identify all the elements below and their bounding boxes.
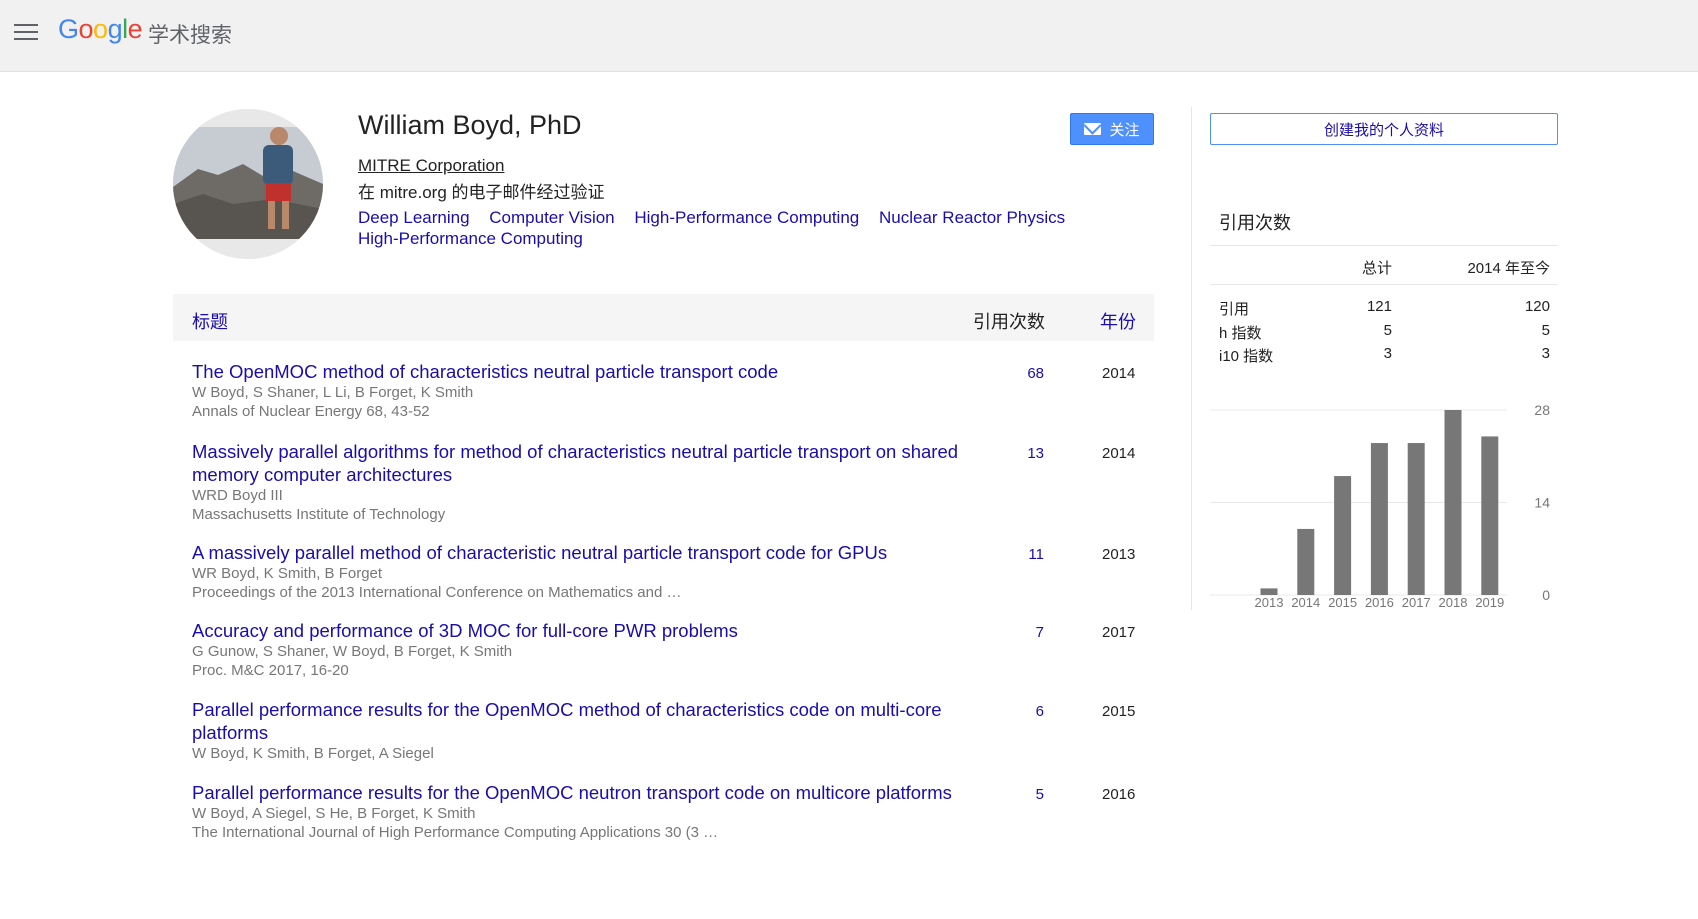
cited-by-header[interactable]: 引用次数 <box>973 308 1045 334</box>
publication-title[interactable]: The OpenMOC method of characteristics ne… <box>192 360 967 383</box>
publication-title[interactable]: Accuracy and performance of 3D MOC for f… <box>192 619 967 642</box>
sort-by-year[interactable]: 年份 <box>1100 308 1136 334</box>
col-since-header: 2014 年至今 <box>1467 260 1550 277</box>
publication-year: 2014 <box>1102 365 1136 382</box>
citation-count[interactable]: 6 <box>973 703 1044 720</box>
table-row: A massively parallel method of character… <box>173 541 1154 619</box>
table-row: Accuracy and performance of 3D MOC for f… <box>173 619 1154 698</box>
y-tick-label: 0 <box>1542 587 1550 603</box>
profile-name: William Boyd, PhD <box>358 110 582 140</box>
bar-2018[interactable] <box>1444 410 1462 595</box>
publication-venue: Proc. M&C 2017, 16-20 <box>192 662 349 679</box>
publication-list: The OpenMOC method of characteristics ne… <box>173 360 1154 851</box>
publication-venue: Annals of Nuclear Energy 68, 43-52 <box>192 403 430 420</box>
x-tick-label: 2017 <box>1402 595 1431 610</box>
stats-row: i10 指数 3 3 <box>1210 341 1558 365</box>
x-tick-label: 2019 <box>1475 595 1504 610</box>
publication-venue: Massachusetts Institute of Technology <box>192 506 446 523</box>
stats-row: 引用 121 120 <box>1210 294 1558 318</box>
publication-venue: The International Journal of High Perfor… <box>192 824 719 841</box>
avatar <box>173 109 323 259</box>
publication-title[interactable]: Massively parallel algorithms for method… <box>192 440 967 486</box>
mail-icon <box>1084 123 1102 135</box>
x-tick-label: 2016 <box>1365 595 1394 610</box>
table-row: Parallel performance results for the Ope… <box>173 781 1154 851</box>
publication-authors: WR Boyd, K Smith, B Forget <box>192 565 383 582</box>
publication-authors: W Boyd, S Shaner, L Li, B Forget, K Smit… <box>192 384 474 401</box>
bar-2017[interactable] <box>1407 443 1425 595</box>
publication-year: 2015 <box>1102 703 1136 720</box>
publication-year: 2014 <box>1102 445 1136 462</box>
publication-title[interactable]: Parallel performance results for the Ope… <box>192 781 967 804</box>
publication-venue: Proceedings of the 2013 International Co… <box>192 584 682 601</box>
stat-label[interactable]: i10 指数 <box>1219 345 1273 366</box>
publication-authors: G Gunow, S Shaner, W Boyd, B Forget, K S… <box>192 643 513 660</box>
interest-link[interactable]: Nuclear Reactor Physics <box>879 208 1065 227</box>
citation-count[interactable]: 7 <box>973 624 1044 641</box>
citation-count[interactable]: 13 <box>973 445 1044 462</box>
table-header: 标题 引用次数 年份 <box>173 294 1154 341</box>
bar-2015[interactable] <box>1334 476 1352 595</box>
publication-title[interactable]: A massively parallel method of character… <box>192 541 967 564</box>
col-all-header: 总计 <box>1361 260 1392 277</box>
publication-authors: W Boyd, A Siegel, S He, B Forget, K Smit… <box>192 805 476 822</box>
verified-email: 在 mitre.org 的电子邮件经过验证 <box>358 183 605 202</box>
bar-2019[interactable] <box>1481 436 1499 595</box>
product-name: 学术搜索 <box>148 23 232 47</box>
interest-link[interactable]: High-Performance Computing <box>634 208 859 227</box>
menu-icon[interactable] <box>14 24 38 44</box>
profile-photo <box>173 109 323 259</box>
stats-header: 总计 2014 年至今 <box>1210 246 1558 284</box>
interest-link[interactable]: Computer Vision <box>489 208 614 227</box>
google-logo[interactable]: Google <box>58 14 143 45</box>
publication-year: 2016 <box>1102 786 1136 803</box>
stat-label[interactable]: h 指数 <box>1219 322 1262 343</box>
table-row: The OpenMOC method of characteristics ne… <box>173 360 1154 440</box>
sort-by-title[interactable]: 标题 <box>192 308 228 334</box>
bar-2013[interactable] <box>1260 588 1278 595</box>
column-divider <box>1191 107 1192 610</box>
create-profile-button[interactable]: 创建我的个人资料 <box>1210 113 1558 145</box>
interest-link[interactable]: High-Performance Computing <box>358 229 583 248</box>
follow-label: 关注 <box>1109 121 1140 139</box>
x-tick-label: 2013 <box>1255 595 1284 610</box>
y-tick-label: 28 <box>1534 402 1550 418</box>
bar-2016[interactable] <box>1370 443 1388 595</box>
table-row: Parallel performance results for the Ope… <box>173 698 1154 781</box>
publication-authors: WRD Boyd III <box>192 487 283 504</box>
stat-all: 5 <box>1383 321 1392 339</box>
publication-year: 2017 <box>1102 624 1136 641</box>
stat-since: 5 <box>1541 321 1550 339</box>
stat-label[interactable]: 引用 <box>1219 298 1249 319</box>
affiliation-link[interactable]: MITRE Corporation <box>358 156 504 176</box>
table-row: Massively parallel algorithms for method… <box>173 440 1154 541</box>
interest-link[interactable]: Deep Learning <box>358 208 470 227</box>
research-interests: Deep Learning Computer Vision High-Perfo… <box>358 207 1118 249</box>
stat-since: 120 <box>1524 298 1550 315</box>
stat-all: 3 <box>1383 345 1392 362</box>
top-bar: Google 学术搜索 <box>0 0 1698 72</box>
stat-all: 121 <box>1366 298 1392 315</box>
stats-row: h 指数 5 5 <box>1210 318 1558 342</box>
citation-stats-table: 总计 2014 年至今 引用 121 120 h 指数 5 5 i10 指数 3… <box>1210 245 1558 365</box>
publication-authors: W Boyd, K Smith, B Forget, A Siegel <box>192 745 434 762</box>
x-tick-label: 2014 <box>1291 595 1320 610</box>
cited-by-title: 引用次数 <box>1219 213 1291 233</box>
y-tick-label: 14 <box>1534 495 1550 511</box>
citation-count[interactable]: 11 <box>973 546 1044 563</box>
bar-2014[interactable] <box>1297 528 1315 595</box>
x-tick-label: 2018 <box>1439 595 1468 610</box>
publication-title[interactable]: Parallel performance results for the Ope… <box>192 698 967 744</box>
publication-year: 2013 <box>1102 546 1136 563</box>
stat-since: 3 <box>1541 345 1550 362</box>
follow-button[interactable]: 关注 <box>1070 113 1154 145</box>
citation-count[interactable]: 68 <box>973 365 1044 382</box>
citation-count[interactable]: 5 <box>973 786 1044 803</box>
x-tick-label: 2015 <box>1328 595 1357 610</box>
citations-bar-chart: 28 14 0 2013 2014 2015 2016 2017 2018 2019 <box>1210 402 1550 610</box>
